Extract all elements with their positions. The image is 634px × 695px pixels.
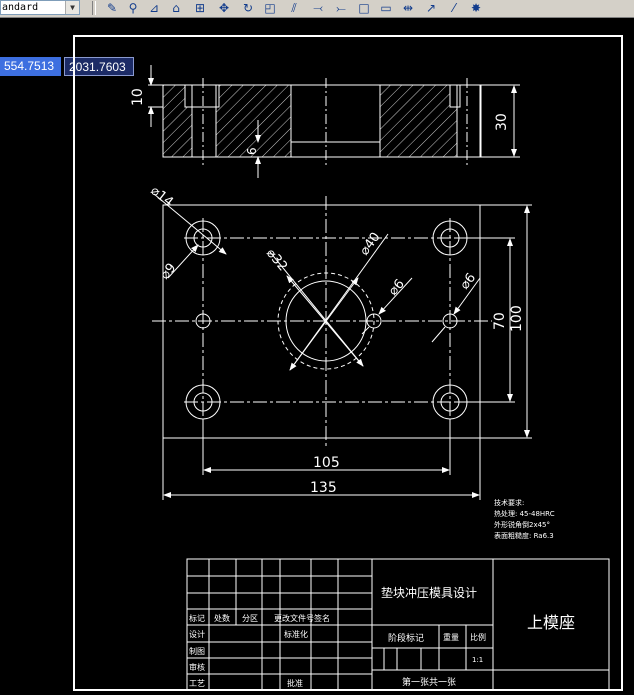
technical-notes: 技术要求: 热处理: 45-48HRC 外形锐角倒2x45° 表面粗糙度: Ra… <box>494 498 555 540</box>
tb-label-design: 设计 <box>189 629 205 639</box>
dim-dia6-right-label: ⌀6 <box>457 271 479 293</box>
tb-label-count: 处数 <box>214 613 230 623</box>
tb-label-zone: 分区 <box>242 614 258 623</box>
cad-drawing-canvas[interactable]: 10 30 6 ⌀14 ⌀9 ⌀32 ⌀40 ⌀6 ⌀6 70 100 105 … <box>0 0 634 695</box>
note-line: 热处理: 45-48HRC <box>494 509 555 518</box>
dim-dia9-label: ⌀9 <box>158 261 180 283</box>
dim-dia14-label: ⌀14 <box>148 183 176 210</box>
dim-105-label: 105 <box>313 455 340 471</box>
note-line: 技术要求: <box>494 498 524 507</box>
tb-label-sign: 签名 <box>314 613 330 623</box>
dim-dia6-left-label: ⌀6 <box>386 277 408 299</box>
dim-135-label: 135 <box>310 480 337 496</box>
plan-view <box>152 193 532 500</box>
tb-label-standardize: 标准化 <box>284 629 308 639</box>
project-title: 垫块冲压模具设计 <box>381 585 477 600</box>
dim-dia40-label: ⌀40 <box>357 230 383 259</box>
tb-label-mark: 标记 <box>189 613 205 623</box>
note-line: 表面粗糙度: Ra6.3 <box>494 531 554 540</box>
tb-label-process: 工艺 <box>189 679 205 688</box>
dim-100-label: 100 <box>509 305 525 332</box>
tb-label-approve: 批准 <box>287 678 303 688</box>
dim-dia32-label: ⌀32 <box>263 246 290 274</box>
tb-label-weight: 重量 <box>443 632 459 642</box>
tb-label-change-doc: 更改文件号 <box>274 613 314 623</box>
tb-label-drawing: 制图 <box>189 646 205 656</box>
tb-label-stage: 阶段标记 <box>388 632 424 644</box>
dim-10-label: 10 <box>130 88 146 106</box>
dim-70-label: 70 <box>492 312 508 330</box>
tb-ratio-value: 1:1 <box>472 656 483 664</box>
dim-6-label: 6 <box>245 147 259 155</box>
note-line: 外形锐角倒2x45° <box>494 520 550 529</box>
part-name: 上模座 <box>527 613 575 632</box>
section-view <box>148 65 520 178</box>
dim-30-label: 30 <box>494 113 510 131</box>
tb-sheet-info: 第一张共一张 <box>402 676 456 688</box>
tb-label-ratio: 比例 <box>470 632 486 642</box>
tb-label-review: 审核 <box>189 662 205 672</box>
